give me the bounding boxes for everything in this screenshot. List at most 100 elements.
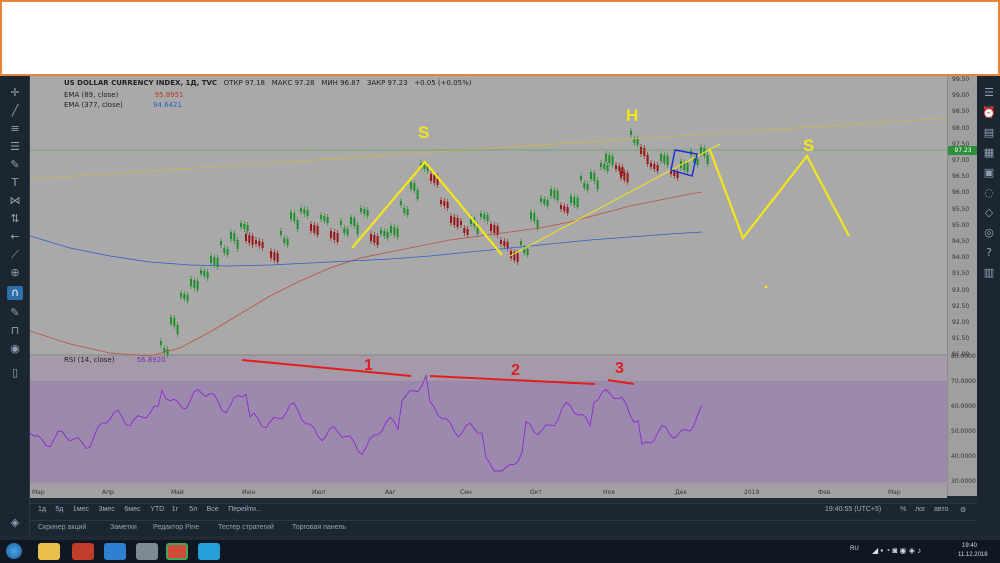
bottom-tab[interactable]: Торговая панель (292, 524, 346, 531)
candle-body (403, 208, 406, 213)
layers-icon[interactable]: ◈ (7, 516, 23, 530)
trash-icon[interactable]: ▯ (7, 366, 23, 380)
language-indicator[interactable]: RU (850, 546, 859, 552)
range-option[interactable]: 1д (38, 506, 46, 513)
candle-body (400, 201, 402, 205)
range-option[interactable]: 1г (172, 506, 178, 513)
rsi-legend[interactable]: RSI (14, close) 56.8920 (64, 356, 166, 364)
zoom-icon[interactable]: ⊕ (7, 266, 23, 280)
price-tick: 98.50 (952, 108, 970, 116)
back-arrow-icon[interactable]: ← (7, 230, 23, 244)
chart-area[interactable]: S H S 1 2 3 US DOLLAR CURRENCY INDEX, 1Д… (29, 76, 948, 496)
utility-app-icon[interactable] (136, 543, 158, 560)
alerts-icon[interactable]: ⏰ (981, 106, 997, 120)
file-explorer-icon[interactable] (38, 543, 60, 560)
range-option[interactable]: 6мес (124, 506, 140, 513)
candle-body (493, 225, 496, 233)
opera-icon[interactable] (198, 543, 220, 560)
percent-toggle[interactable]: % (900, 506, 906, 513)
candle-body (286, 239, 289, 245)
ema89-legend[interactable]: EMA (89, close) 95.8951 (64, 91, 184, 99)
range-option[interactable]: Все (207, 506, 219, 513)
candle-body (383, 231, 386, 236)
candle-body (240, 223, 242, 227)
auto-toggle[interactable]: авто (934, 506, 948, 513)
prediction-icon[interactable]: ⇅ (7, 212, 23, 226)
candle-body (270, 251, 272, 258)
bottom-tab[interactable]: Редактор Pine (153, 524, 199, 531)
bottom-tab[interactable]: Тестер стратегий (218, 524, 274, 531)
bottom-tab[interactable]: Заметки (110, 524, 137, 531)
rsi-tick: 30.0000 (951, 478, 976, 485)
candle-body (630, 131, 632, 135)
bottom-tab[interactable]: Скринер акций (38, 524, 86, 531)
range-option[interactable]: 3мес (99, 506, 115, 513)
internet-explorer-icon[interactable] (104, 543, 126, 560)
candle-body (186, 295, 189, 301)
chrome-icon[interactable] (166, 543, 188, 560)
log-toggle[interactable]: лог (915, 506, 926, 513)
trendline-icon[interactable]: ╱ (7, 104, 23, 118)
eye-icon[interactable]: ◉ (7, 342, 23, 356)
ema377-value: 94.6421 (153, 101, 182, 109)
ideas-icon[interactable]: ◇ (981, 206, 997, 220)
data-window-icon[interactable]: ▤ (981, 126, 997, 140)
price-axis[interactable]: 99.50 99.00 98.50 98.00 97.50 97.00 96.50 96.00… (947, 76, 978, 496)
price-chart[interactable]: S H S 1 2 3 (29, 76, 948, 496)
parallel-lines-icon[interactable]: ≡ (7, 122, 23, 136)
text-icon[interactable]: T (7, 176, 23, 190)
candle-body (258, 241, 261, 246)
brush-icon[interactable]: ✎ (7, 158, 23, 172)
candle-body (450, 216, 452, 223)
symbol-legend[interactable]: US DOLLAR CURRENCY INDEX, 1Д, TVC ОТКР 9… (64, 79, 472, 87)
help-icon[interactable]: ? (981, 246, 997, 260)
range-option[interactable]: 1мес (73, 506, 89, 513)
settings-icon[interactable]: ⚙ (960, 506, 966, 514)
crosshair-icon[interactable]: ✛ (7, 86, 23, 100)
range-option[interactable]: 5д (55, 506, 63, 513)
magnet-icon[interactable]: ∩ (7, 286, 23, 300)
candle-body (660, 154, 662, 161)
watchlist-icon[interactable]: ☰ (981, 86, 997, 100)
rsi-tick: 40.0000 (951, 453, 976, 460)
ruler-icon[interactable]: ⟋ (7, 248, 23, 262)
price-tick: 91.50 (952, 335, 970, 343)
time-tick: Окт (530, 489, 542, 496)
order-panel-icon[interactable]: ▥ (981, 266, 997, 280)
right-toolbar: ☰ ⏰ ▤ ▦ ▣ ◌ ◇ ◎ ? ▥ (977, 76, 1000, 536)
hotlist-icon[interactable]: ▦ (981, 146, 997, 160)
lock-icon[interactable]: ⊓ (7, 324, 23, 338)
price-tick: 97.00 (952, 157, 970, 164)
price-tick: 93.50 (952, 270, 970, 278)
start-button-icon[interactable] (6, 543, 22, 559)
streams-icon[interactable]: ◎ (981, 226, 997, 240)
tray-icons[interactable]: ◢ ▪ ◔ ◙ ◉ ◈ ♪ (872, 546, 921, 555)
candle-body (540, 198, 542, 202)
candle-body (606, 165, 609, 171)
price-tick: 96.50 (952, 173, 970, 181)
media-app-icon[interactable] (72, 543, 94, 560)
pattern-icon[interactable]: ⋈ (7, 194, 23, 208)
price-tick: 94.00 (952, 254, 970, 262)
range-option[interactable]: YTD (150, 506, 164, 513)
candle-body (223, 248, 226, 253)
candle-body (653, 164, 656, 169)
fib-icon[interactable]: ☰ (7, 140, 23, 154)
candle-body (556, 191, 559, 200)
time-axis[interactable]: Мар Апр Май Июн Июл Авг Сен Окт Ноя Дек 2019 Фев Мар (30, 488, 947, 498)
candle-body (700, 147, 702, 154)
range-option[interactable]: Перейти... (228, 506, 262, 513)
candle-body (605, 154, 607, 161)
calendar-icon[interactable]: ▣ (981, 166, 997, 180)
candle-body (173, 318, 176, 326)
candle-body (560, 205, 562, 209)
lock-drawing-icon[interactable]: ✎ (7, 306, 23, 320)
price-tick: 92.50 (952, 302, 970, 310)
candle-body (176, 325, 179, 334)
range-option[interactable]: 5л (189, 506, 197, 513)
candle-body (293, 213, 296, 221)
candle-body (210, 256, 212, 263)
chat-icon[interactable]: ◌ (981, 186, 997, 200)
candle-body (466, 229, 469, 235)
ema377-legend[interactable]: EMA (377, close) 94.6421 (64, 101, 182, 109)
